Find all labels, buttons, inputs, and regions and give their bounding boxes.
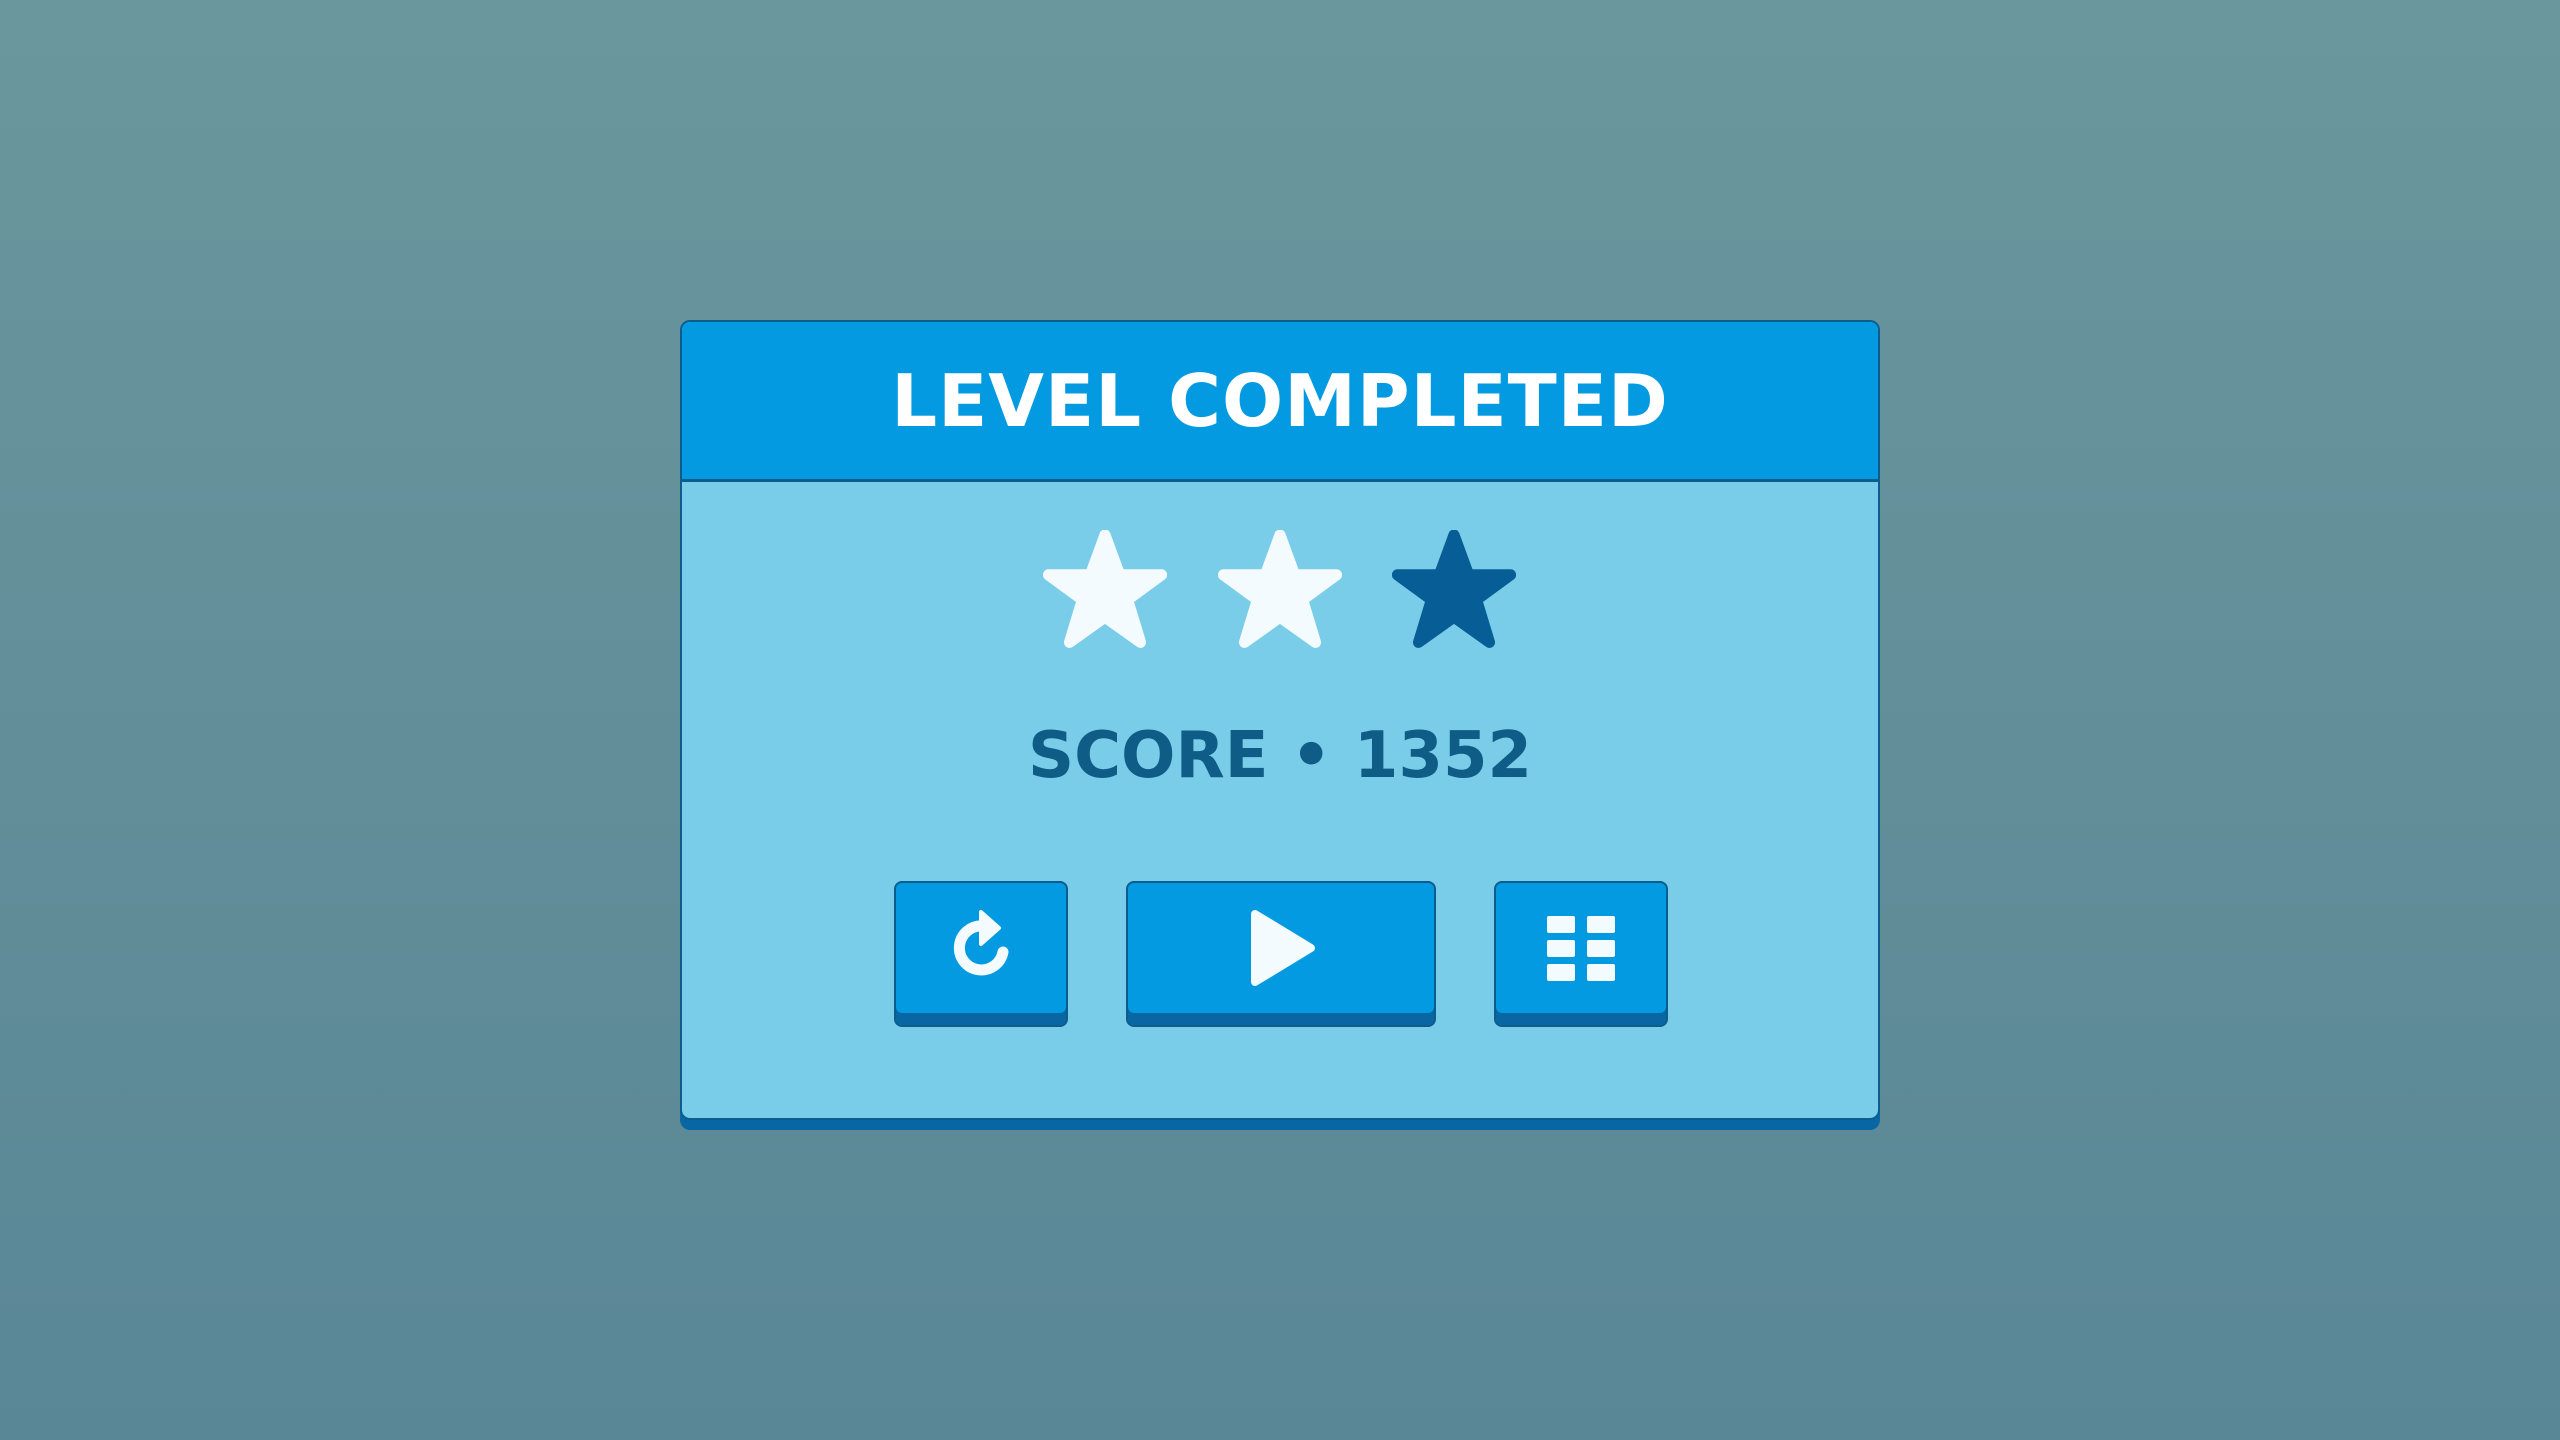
star-icon-3 xyxy=(1392,530,1516,654)
panel-title: LEVEL COMPLETED xyxy=(891,358,1669,443)
score-label: SCORE • 1352 xyxy=(1027,719,1533,793)
star-icon-2 xyxy=(1218,530,1342,654)
star-icon-1 xyxy=(1043,530,1167,654)
replay-button[interactable] xyxy=(894,881,1068,1027)
panel-header: LEVEL COMPLETED xyxy=(682,322,1878,482)
replay-icon xyxy=(953,910,1009,976)
level-complete-panel: LEVEL COMPLETED SCORE • 1352 xyxy=(680,320,1880,1120)
play-icon xyxy=(1251,910,1315,986)
star-rating xyxy=(682,530,1878,654)
play-button[interactable] xyxy=(1126,881,1436,1027)
grid-icon xyxy=(1547,916,1615,981)
level-select-button[interactable] xyxy=(1494,881,1668,1027)
